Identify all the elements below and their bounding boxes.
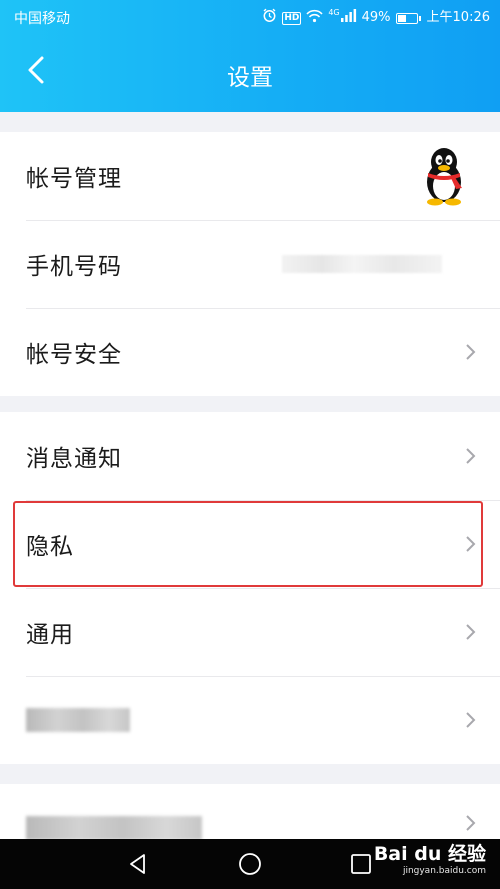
battery-icon [395, 12, 421, 24]
blurred-item-label [26, 816, 202, 839]
settings-item-account-security[interactable]: 帐号安全 [0, 308, 500, 396]
settings-item-notifications[interactable]: 消息通知 [0, 412, 500, 500]
hd-badge: HD [282, 11, 302, 25]
status-bar: 中国移动 HD 4G 49% 上午10:26 [0, 0, 500, 34]
system-home-button[interactable] [234, 848, 266, 880]
settings-item-account-management[interactable]: 帐号管理 [0, 132, 500, 220]
settings-item-privacy[interactable]: 隐私 [0, 500, 500, 588]
settings-item-phone-number[interactable]: 手机号码 [0, 220, 500, 308]
settings-item-label: 手机号码 [26, 254, 122, 280]
baidu-jingyan-watermark: Bai du 经验 jingyan.baidu.com [374, 845, 486, 876]
blurred-phone-value [282, 255, 442, 273]
blurred-item-label [26, 708, 130, 732]
signal-icon [340, 9, 357, 27]
system-back-button[interactable] [122, 848, 154, 880]
settings-item-general[interactable]: 通用 [0, 588, 500, 676]
settings-item-label: 消息通知 [26, 446, 122, 472]
settings-item-blurred[interactable] [0, 676, 500, 764]
chevron-right-icon [466, 448, 476, 464]
navigation-bar: 设置 [0, 34, 500, 112]
chevron-right-icon [466, 712, 476, 728]
circle-home-icon [239, 853, 261, 875]
page-title: 设置 [227, 65, 273, 91]
chevron-right-icon [466, 815, 476, 831]
chevron-right-icon [466, 624, 476, 640]
qq-penguin-avatar [418, 146, 470, 206]
watermark-url: jingyan.baidu.com [402, 866, 486, 876]
settings-item-label: 隐私 [26, 534, 74, 560]
settings-item-blurred-bottom[interactable] [0, 784, 500, 839]
status-indicators: HD 4G 49% 上午10:26 [262, 8, 490, 28]
settings-item-label: 帐号安全 [26, 342, 122, 368]
watermark-logo-text: Bai du 经验 [373, 843, 486, 865]
wifi-icon [306, 9, 323, 28]
header-bar: 中国移动 HD 4G 49% 上午10:26 设置 [0, 0, 500, 112]
battery-level-fill [397, 14, 406, 22]
settings-group-general: 消息通知 隐私 通用 [0, 412, 500, 764]
clock-time: 上午10:26 [426, 10, 490, 25]
square-recents-icon [351, 854, 371, 874]
chevron-right-icon [466, 344, 476, 360]
network-type: 4G [328, 8, 340, 17]
system-recents-button[interactable] [345, 848, 377, 880]
settings-list: 帐号管理 手机号码 帐号安全 消息通知 隐私 通用 [0, 112, 500, 839]
alarm-icon [262, 8, 277, 28]
settings-group-account: 帐号管理 手机号码 帐号安全 [0, 132, 500, 396]
carrier-name: 中国移动 [14, 11, 70, 27]
battery-percent: 49% [361, 10, 391, 25]
settings-item-label: 帐号管理 [26, 166, 122, 192]
chevron-right-icon [466, 536, 476, 552]
system-navigation-bar: Bai du 经验 jingyan.baidu.com [0, 839, 500, 889]
settings-item-label: 通用 [26, 622, 74, 648]
triangle-back-icon [130, 854, 145, 874]
settings-group-other [0, 784, 500, 839]
